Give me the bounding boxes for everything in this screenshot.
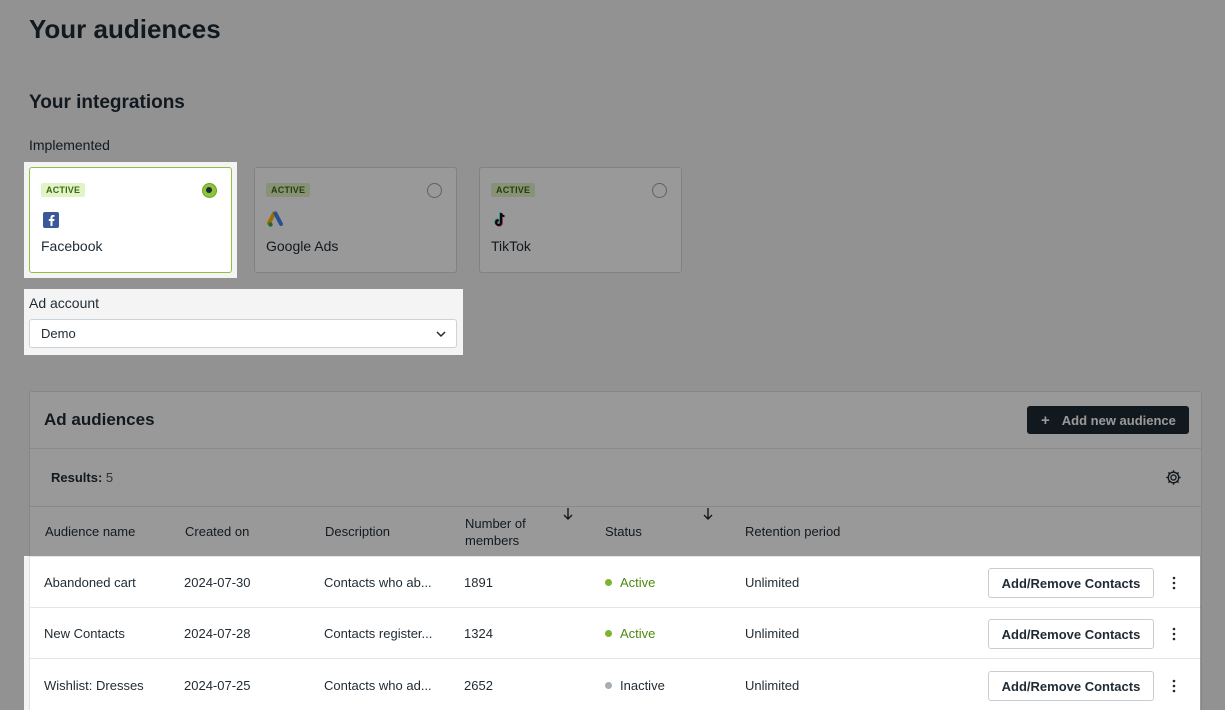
sort-arrow-down-icon[interactable] <box>562 507 574 521</box>
more-options-icon[interactable] <box>1169 574 1179 592</box>
status-label: Active <box>620 575 656 590</box>
integration-name: TikTok <box>491 238 531 254</box>
chevron-down-icon <box>436 331 446 338</box>
add-remove-contacts-button[interactable]: Add/Remove Contacts <box>988 671 1154 701</box>
tour-overlay <box>0 556 24 710</box>
status-label: Inactive <box>620 678 665 693</box>
created-on: 2024-07-25 <box>184 678 251 693</box>
column-header-members-line2: members <box>465 532 520 548</box>
more-options-icon[interactable] <box>1169 625 1179 643</box>
audience-name: New Contacts <box>44 626 125 641</box>
status-badge: Active <box>605 557 655 608</box>
description: Contacts who ad... <box>324 678 432 693</box>
status-label: Active <box>620 626 656 641</box>
integration-card-tiktok[interactable]: ACTIVE TikTok <box>479 167 682 273</box>
audience-name: Wishlist: Dresses <box>44 678 144 693</box>
radio-button[interactable] <box>202 183 217 198</box>
status-badge: ACTIVE <box>266 183 311 197</box>
column-header-number-of-members[interactable]: Number of members <box>465 507 526 556</box>
add-remove-contacts-button[interactable]: Add/Remove Contacts <box>988 619 1154 649</box>
column-header-retention-period[interactable]: Retention period <box>745 507 840 556</box>
members: 1891 <box>464 575 493 590</box>
gear-icon[interactable] <box>1165 469 1182 486</box>
add-remove-contacts-button[interactable]: Add/Remove Contacts <box>988 568 1154 598</box>
integration-name: Facebook <box>41 238 103 254</box>
integration-name: Google Ads <box>266 238 339 254</box>
add-new-audience-button[interactable]: + Add new audience <box>1027 406 1189 434</box>
table-row: Wishlist: Dresses 2024-07-25 Contacts wh… <box>30 660 1201 710</box>
facebook-logo-icon <box>43 212 59 228</box>
table-row: New Contacts 2024-07-28 Contacts registe… <box>30 608 1201 659</box>
column-header-status[interactable]: Status <box>605 507 642 556</box>
status-badge: Active <box>605 608 655 659</box>
tour-overlay <box>1200 556 1225 710</box>
status-dot <box>605 579 612 586</box>
status-badge: ACTIVE <box>491 183 536 197</box>
results-label: Results: <box>51 470 103 485</box>
status-dot <box>605 630 612 637</box>
status-badge: ACTIVE <box>41 183 86 197</box>
results-value: 5 <box>105 470 114 485</box>
column-header-audience-name[interactable]: Audience name <box>45 507 135 556</box>
audience-name: Abandoned cart <box>44 575 136 590</box>
table-header: Audience name Created on Description Num… <box>30 506 1201 557</box>
tiktok-logo-icon <box>494 212 505 227</box>
divider <box>30 448 1201 449</box>
status-dot <box>605 682 612 689</box>
radio-button[interactable] <box>427 183 442 198</box>
retention-period: Unlimited <box>745 678 800 693</box>
plus-icon: + <box>1041 411 1050 429</box>
page-title: Your audiences <box>29 14 221 44</box>
results-count: Results: 5 <box>51 470 113 485</box>
members: 2652 <box>464 678 493 693</box>
table-row: Abandoned cart 2024-07-30 Contacts who a… <box>30 557 1201 608</box>
tour-overlay <box>463 289 1225 355</box>
ad-account-label: Ad account <box>29 295 100 311</box>
description: Contacts register... <box>324 626 433 641</box>
page: Your audiences Your integrations Impleme… <box>0 0 1225 710</box>
ad-audiences-title: Ad audiences <box>44 410 155 429</box>
tour-overlay <box>0 162 24 556</box>
created-on: 2024-07-30 <box>184 575 251 590</box>
retention-period: Unlimited <box>745 626 800 641</box>
integrations-title: Your integrations <box>29 92 185 113</box>
radio-button[interactable] <box>652 183 667 198</box>
sort-arrow-down-icon[interactable] <box>702 507 714 521</box>
implemented-label: Implemented <box>29 137 110 153</box>
column-header-created-on[interactable]: Created on <box>185 507 249 556</box>
column-header-description[interactable]: Description <box>325 507 390 556</box>
members: 1324 <box>464 626 493 641</box>
created-on: 2024-07-28 <box>184 626 251 641</box>
google-ads-logo-icon <box>267 211 283 227</box>
integration-card-facebook[interactable]: ACTIVE Facebook <box>29 167 232 273</box>
column-header-members-line1: Number of <box>465 515 526 531</box>
ad-audiences-panel: Ad audiences + Add new audience Results:… <box>29 391 1202 710</box>
integration-card-google-ads[interactable]: ACTIVE Google Ads <box>254 167 457 273</box>
status-badge: Inactive <box>605 660 665 710</box>
tour-overlay <box>24 278 1225 289</box>
ad-account-select[interactable]: Demo <box>29 319 457 348</box>
more-options-icon[interactable] <box>1169 677 1179 695</box>
description: Contacts who ab... <box>324 575 432 590</box>
add-new-audience-label: Add new audience <box>1061 412 1176 428</box>
retention-period: Unlimited <box>745 575 800 590</box>
ad-account-value: Demo <box>41 326 76 341</box>
